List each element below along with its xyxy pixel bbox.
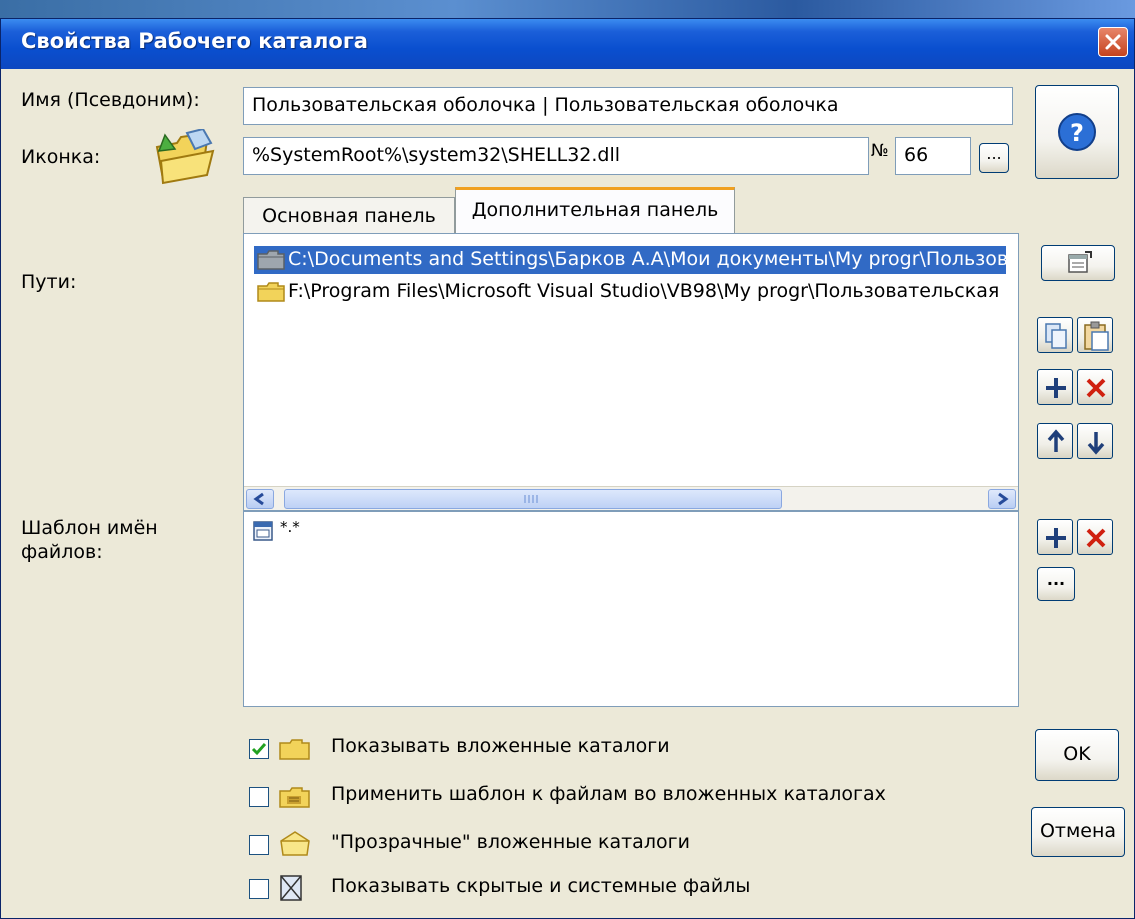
edit-pattern-button[interactable]: ... [1037,567,1075,601]
tab-extra-panel[interactable]: Дополнительная панель [455,187,735,233]
transparent-subfolders-label: "Прозрачные" вложенные каталоги [331,831,690,853]
add-path-button[interactable] [1037,369,1073,405]
horizontal-scrollbar[interactable] [244,486,1018,510]
patterns-list[interactable]: *.* [243,511,1019,707]
copy-icon [1045,323,1067,349]
list-item[interactable]: C:\Documents and Settings\Барков А.А\Мои… [254,246,1006,274]
name-label: Имя (Псевдоним): [21,89,200,111]
properties-dialog: Свойства Рабочего каталога Имя (Псевдони… [0,18,1135,919]
paths-list[interactable]: C:\Documents and Settings\Барков А.А\Мои… [243,233,1019,511]
paste-icon [1084,321,1109,351]
add-pattern-button[interactable] [1037,519,1073,555]
folder-preview-icon [151,127,221,191]
cancel-button[interactable]: Отмена [1031,807,1125,857]
delete-icon [1086,378,1106,398]
arrow-up-icon [1047,429,1065,452]
icon-label: Иконка: [21,146,101,168]
plus-icon [1046,528,1066,548]
svg-text:?: ? [1070,119,1084,147]
move-down-button[interactable] [1077,423,1113,459]
properties-icon [1068,251,1092,273]
folder-icon [257,282,285,302]
list-item[interactable]: *.* [252,518,372,546]
move-up-button[interactable] [1037,423,1073,459]
scroll-thumb[interactable] [284,489,782,509]
transparent-subfolders-checkbox[interactable] [249,835,269,855]
delete-path-button[interactable] [1077,369,1113,405]
tab-main-panel[interactable]: Основная панель [243,197,455,233]
paths-label: Пути: [21,271,77,293]
title-bar[interactable]: Свойства Рабочего каталога [1,19,1134,69]
path-properties-button[interactable] [1041,245,1115,281]
scroll-right-button[interactable] [988,489,1016,509]
open-folder-icon [277,829,313,863]
show-subfolders-checkbox[interactable] [249,739,269,759]
show-hidden-label: Показывать скрытые и системные файлы [331,875,751,897]
patterns-label-line2: файлов: [21,541,103,563]
grip-icon [524,495,538,503]
delete-icon [1086,528,1106,548]
folder-files-icon [277,783,313,815]
list-item[interactable]: F:\Program Files\Microsoft Visual Studio… [254,278,1006,306]
folder-icon [277,735,313,767]
apply-pattern-checkbox[interactable] [249,787,269,807]
checkmark-icon [251,743,267,756]
browse-icon-button[interactable]: ... [979,143,1009,173]
apply-pattern-label: Применить шаблон к файлам во вложенных к… [331,783,886,805]
window-title: Свойства Рабочего каталога [21,29,368,53]
hidden-files-icon [277,873,307,907]
close-icon [1105,34,1121,50]
delete-pattern-button[interactable] [1077,519,1113,555]
close-button[interactable] [1098,27,1128,57]
icon-number-input[interactable]: 66 [895,137,971,175]
chevron-left-icon [253,492,264,506]
file-pattern-icon [253,521,273,541]
copy-button[interactable] [1037,317,1073,353]
folder-icon [257,250,285,270]
icon-path-input[interactable]: %SystemRoot%\system32\SHELL32.dll [243,137,869,175]
paste-button[interactable] [1077,317,1113,353]
background-strip [0,0,1135,18]
path-text: F:\Program Files\Microsoft Visual Studio… [288,280,1006,302]
patterns-label: Шаблон имён [21,517,158,539]
help-button[interactable]: ? [1035,85,1119,179]
chevron-right-icon [998,492,1009,506]
arrow-down-icon [1087,432,1105,455]
ok-button[interactable]: OK [1035,729,1119,781]
show-hidden-checkbox[interactable] [249,879,269,899]
pattern-text: *.* [280,518,300,536]
help-icon: ? [1058,113,1096,151]
plus-icon [1046,378,1066,398]
name-input[interactable]: Пользовательская оболочка | Пользователь… [243,87,1013,125]
scroll-left-button[interactable] [246,489,274,509]
path-text: C:\Documents and Settings\Барков А.А\Мои… [288,248,1006,270]
show-subfolders-label: Показывать вложенные каталоги [331,735,670,757]
icon-number-label: № [871,141,889,161]
